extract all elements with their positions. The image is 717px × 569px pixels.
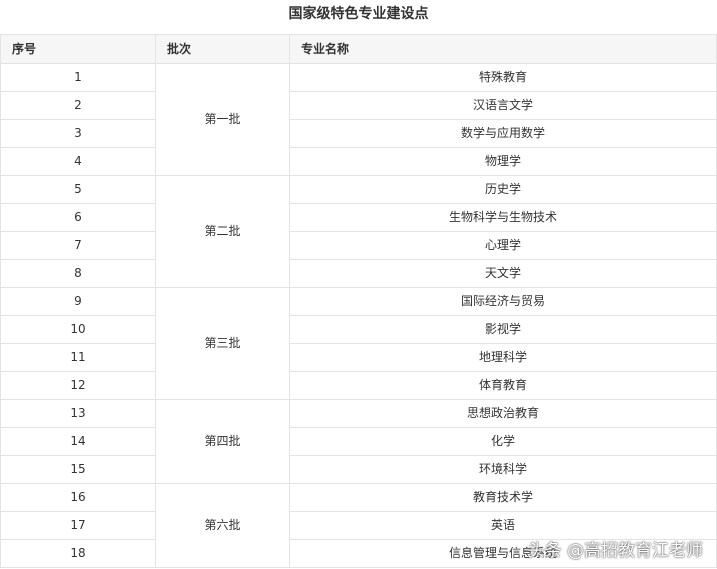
table-row: 13 第四批 思想政治教育 <box>0 399 717 484</box>
major-name: 环境科学 <box>289 455 717 484</box>
major-name: 数学与应用数学 <box>289 119 717 148</box>
major-name: 体育教育 <box>289 371 717 400</box>
table-row: 16 第六批 教育技术学 <box>0 483 717 568</box>
major-name: 化学 <box>289 427 717 456</box>
row-index: 3 <box>0 119 156 148</box>
table-row: 2 汉语言文学 <box>0 91 717 120</box>
header-major: 专业名称 <box>289 34 717 64</box>
row-index: 13 <box>0 399 156 428</box>
table-row: 15 环境科学 <box>0 455 717 484</box>
table-row: 1 第一批 特殊教育 <box>0 63 717 176</box>
row-index: 10 <box>0 315 156 344</box>
row-index: 2 <box>0 91 156 120</box>
major-name: 教育技术学 <box>289 483 717 512</box>
major-name: 特殊教育 <box>289 63 717 92</box>
row-index: 1 <box>0 63 156 92</box>
table-row: 6 生物科学与生物技术 <box>0 203 717 232</box>
table-row: 11 地理科学 <box>0 343 717 372</box>
row-index: 9 <box>0 287 156 316</box>
header-batch: 批次 <box>155 34 290 64</box>
table-row: 3 数学与应用数学 <box>0 119 717 148</box>
row-index: 5 <box>0 175 156 204</box>
row-index: 14 <box>0 427 156 456</box>
watermark: 头条 @高招教育江老师 <box>527 541 703 561</box>
row-index: 18 <box>0 539 156 568</box>
table-row: 9 第三批 国际经济与贸易 <box>0 287 717 400</box>
row-index: 7 <box>0 231 156 260</box>
table-row: 10 影视学 <box>0 315 717 344</box>
major-name: 思想政治教育 <box>289 399 717 428</box>
table-row: 7 心理学 <box>0 231 717 260</box>
batch-cell: 第三批 <box>155 287 290 400</box>
major-name: 物理学 <box>289 147 717 176</box>
major-name: 天文学 <box>289 259 717 288</box>
row-index: 16 <box>0 483 156 512</box>
page-title: 国家级特色专业建设点 <box>288 6 429 22</box>
major-name: 心理学 <box>289 231 717 260</box>
batch-cell: 第二批 <box>155 175 290 288</box>
row-index: 11 <box>0 343 156 372</box>
major-name: 生物科学与生物技术 <box>289 203 717 232</box>
header-index: 序号 <box>0 34 156 64</box>
row-index: 12 <box>0 371 156 400</box>
major-name: 地理科学 <box>289 343 717 372</box>
major-name: 国际经济与贸易 <box>289 287 717 316</box>
table-row: 5 第二批 历史学 <box>0 175 717 288</box>
table-header: 序号 批次 专业名称 <box>0 34 717 64</box>
major-name: 汉语言文学 <box>289 91 717 120</box>
major-name: 历史学 <box>289 175 717 204</box>
row-index: 6 <box>0 203 156 232</box>
batch-cell: 第四批 <box>155 399 290 484</box>
row-index: 17 <box>0 511 156 540</box>
table-row: 8 天文学 <box>0 259 717 288</box>
major-name: 影视学 <box>289 315 717 344</box>
batch-cell: 第六批 <box>155 483 290 568</box>
table-row: 4 物理学 <box>0 147 717 176</box>
row-index: 8 <box>0 259 156 288</box>
table-row: 14 化学 <box>0 427 717 456</box>
majors-table: 序号 批次 专业名称 1 第一批 特殊教育 2 汉语言文学 3 数学与应用数学 4 物理学 5 第二… <box>0 34 717 568</box>
row-index: 4 <box>0 147 156 176</box>
row-index: 15 <box>0 455 156 484</box>
batch-cell: 第一批 <box>155 63 290 176</box>
table-row: 12 体育教育 <box>0 371 717 400</box>
